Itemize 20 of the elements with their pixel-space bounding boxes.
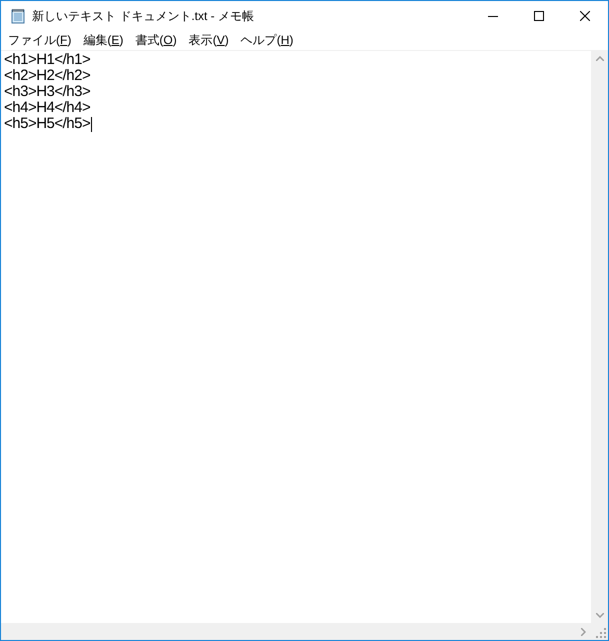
text-line: <h5>H5</h5> [4,116,90,132]
scroll-up-icon [596,56,604,61]
window-title: 新しいテキスト ドキュメント.txt - メモ帳 [32,8,254,25]
close-icon [580,11,590,21]
maximize-icon [534,11,544,21]
resize-grip-icon [596,628,606,638]
menu-item[interactable]: 編集(E) [77,31,130,50]
scroll-down-icon [596,613,604,618]
menu-item[interactable]: ファイル(F) [2,31,78,50]
menu-item[interactable]: 書式(O) [129,31,183,50]
notepad-icon [10,8,26,24]
horizontal-scrollbar[interactable] [1,623,591,640]
vertical-scrollbar[interactable] [591,51,608,623]
menu-item[interactable]: 表示(V) [182,31,235,50]
text-line: <h1>H1</h1> [4,52,90,68]
menu-item[interactable]: ヘルプ(H) [234,31,300,50]
scroll-right-icon [581,628,586,636]
text-line: <h3>H3</h3> [4,84,90,100]
text-line: <h4>H4</h4> [4,100,90,116]
text-line: <h2>H2</h2> [4,68,90,84]
